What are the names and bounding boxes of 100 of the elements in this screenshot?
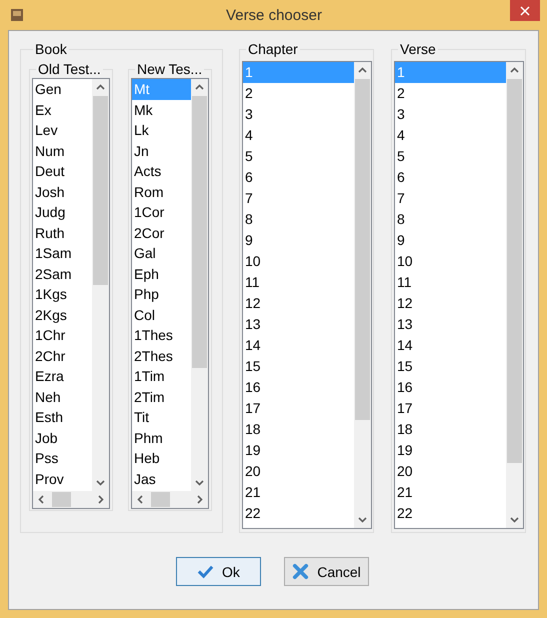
scrollbar-thumb[interactable] xyxy=(151,492,170,507)
list-item[interactable]: Php xyxy=(132,284,191,304)
list-item[interactable]: 1Sam xyxy=(33,243,92,264)
horizontal-scrollbar[interactable] xyxy=(132,491,208,508)
list-item[interactable]: Col xyxy=(132,304,191,325)
list-item[interactable]: 15 xyxy=(395,356,506,377)
list-item[interactable]: 2Cor xyxy=(132,222,191,243)
list-item[interactable]: 21 xyxy=(395,482,506,503)
list-item[interactable]: Eph xyxy=(132,264,191,284)
list-item[interactable]: 8 xyxy=(395,209,506,230)
list-item[interactable]: Acts xyxy=(132,161,191,182)
scrollbar-thumb[interactable] xyxy=(507,79,522,464)
list-item[interactable]: 8 xyxy=(243,209,354,230)
list-item[interactable]: 2Chr xyxy=(33,346,92,366)
list-item[interactable]: 15 xyxy=(243,356,354,377)
list-item[interactable]: 20 xyxy=(243,461,354,482)
list-item[interactable]: 2 xyxy=(395,83,506,104)
list-box[interactable]: Mt Mk Lk Jn Acts Rom 1Cor 2Cor Gal Eph Php Col 1Thes 2Thes 1Tim 2Tim Tit Phm Heb Jas xyxy=(131,78,209,509)
list-item[interactable]: 18 xyxy=(395,419,506,440)
list-item[interactable]: Jas xyxy=(132,468,191,489)
list-item[interactable]: 17 xyxy=(395,398,506,419)
vertical-scrollbar[interactable] xyxy=(354,62,371,528)
list-item[interactable]: Gen xyxy=(33,79,92,100)
list-item[interactable]: 3 xyxy=(243,104,354,125)
list-item[interactable]: 11 xyxy=(243,272,354,293)
list-item[interactable]: Josh xyxy=(33,182,92,202)
list-item[interactable]: 1Kgs xyxy=(33,284,92,304)
list-item[interactable]: 7 xyxy=(243,188,354,209)
scrollbar-thumb[interactable] xyxy=(192,96,207,368)
scrollbar-thumb[interactable] xyxy=(355,79,370,420)
list-box[interactable]: 1 2 3 4 5 6 7 8 9 10 11 12 13 14 15 16 17 18 19 20 21 22 xyxy=(242,61,372,529)
scrollbar-thumb[interactable] xyxy=(93,96,108,285)
list-item[interactable]: Lk xyxy=(132,120,191,140)
list-item[interactable]: Mk xyxy=(132,100,191,120)
list-item[interactable]: 19 xyxy=(243,440,354,461)
list-item[interactable]: Judg xyxy=(33,202,92,222)
list-item[interactable]: 6 xyxy=(395,167,506,188)
list-item[interactable]: 11 xyxy=(395,272,506,293)
list-item[interactable]: 12 xyxy=(243,293,354,314)
list-item[interactable]: 3 xyxy=(395,104,506,125)
list-item[interactable]: Tit xyxy=(132,407,191,428)
list-item[interactable]: 2Tim xyxy=(132,386,191,407)
list-item[interactable]: 2Sam xyxy=(33,264,92,284)
list-item[interactable]: 22 xyxy=(395,503,506,524)
list-item[interactable]: Rom xyxy=(132,182,191,202)
list-box[interactable]: 1 2 3 4 5 6 7 8 9 10 11 12 13 14 15 16 17 18 19 20 21 22 xyxy=(394,61,524,529)
list-item[interactable]: 13 xyxy=(243,314,354,335)
vertical-scrollbar[interactable] xyxy=(92,79,109,491)
list-item[interactable]: Neh xyxy=(33,386,92,407)
list-item[interactable]: 5 xyxy=(243,146,354,167)
list-item[interactable]: 13 xyxy=(395,314,506,335)
list-item[interactable]: 9 xyxy=(395,230,506,251)
list-item[interactable]: 12 xyxy=(395,293,506,314)
list-item[interactable]: Phm xyxy=(132,428,191,448)
list-item[interactable]: 1Thes xyxy=(132,325,191,346)
list-item[interactable]: 16 xyxy=(395,377,506,398)
list-item[interactable]: 22 xyxy=(243,503,354,524)
list-box[interactable]: Gen Ex Lev Num Deut Josh Judg Ruth 1Sam 2Sam 1Kgs 2Kgs 1Chr 2Chr Ezra Neh Esth Job Pss Prov xyxy=(32,78,110,509)
list-item[interactable]: 16 xyxy=(243,377,354,398)
cancel-button[interactable]: Cancel xyxy=(284,557,369,586)
list-item[interactable]: Lev xyxy=(33,120,92,140)
list-item[interactable]: 10 xyxy=(395,251,506,272)
list-item[interactable]: Deut xyxy=(33,161,92,182)
list-item[interactable]: 5 xyxy=(395,146,506,167)
list-item[interactable]: 14 xyxy=(243,335,354,356)
list-item[interactable]: 17 xyxy=(243,398,354,419)
list-item[interactable]: Jn xyxy=(132,140,191,161)
list-item[interactable]: Ruth xyxy=(33,222,92,243)
list-item[interactable]: Ex xyxy=(33,100,92,120)
horizontal-scrollbar[interactable] xyxy=(33,491,109,508)
list-item[interactable]: Job xyxy=(33,428,92,448)
list-item[interactable]: Ezra xyxy=(33,366,92,386)
list-item[interactable]: 21 xyxy=(243,482,354,503)
list-item[interactable]: Heb xyxy=(132,448,191,468)
close-button[interactable] xyxy=(510,0,540,21)
list-item[interactable]: Num xyxy=(33,140,92,161)
list-item[interactable]: 14 xyxy=(395,335,506,356)
list-item[interactable]: 18 xyxy=(243,419,354,440)
list-item[interactable]: 4 xyxy=(395,125,506,146)
list-item[interactable]: 2 xyxy=(243,83,354,104)
list-item[interactable]: Prov xyxy=(33,468,92,489)
app-icon[interactable] xyxy=(10,8,24,22)
list-item[interactable]: Esth xyxy=(33,407,92,428)
list-item[interactable]: 10 xyxy=(243,251,354,272)
list-item[interactable]: 2Thes xyxy=(132,346,191,366)
list-item[interactable]: 7 xyxy=(395,188,506,209)
list-item[interactable]: 6 xyxy=(243,167,354,188)
list-item[interactable]: 1Tim xyxy=(132,366,191,386)
ok-button[interactable]: Ok xyxy=(176,557,261,586)
list-item[interactable]: Gal xyxy=(132,243,191,264)
vertical-scrollbar[interactable] xyxy=(191,79,208,491)
list-item[interactable]: 20 xyxy=(395,461,506,482)
list-item[interactable]: 4 xyxy=(243,125,354,146)
list-item[interactable]: 1Cor xyxy=(132,202,191,222)
list-item[interactable]: 2Kgs xyxy=(33,304,92,325)
list-item[interactable]: 1Chr xyxy=(33,325,92,346)
scrollbar-thumb[interactable] xyxy=(52,492,71,507)
list-item[interactable]: 9 xyxy=(243,230,354,251)
vertical-scrollbar[interactable] xyxy=(506,62,523,528)
list-item[interactable]: Pss xyxy=(33,448,92,468)
